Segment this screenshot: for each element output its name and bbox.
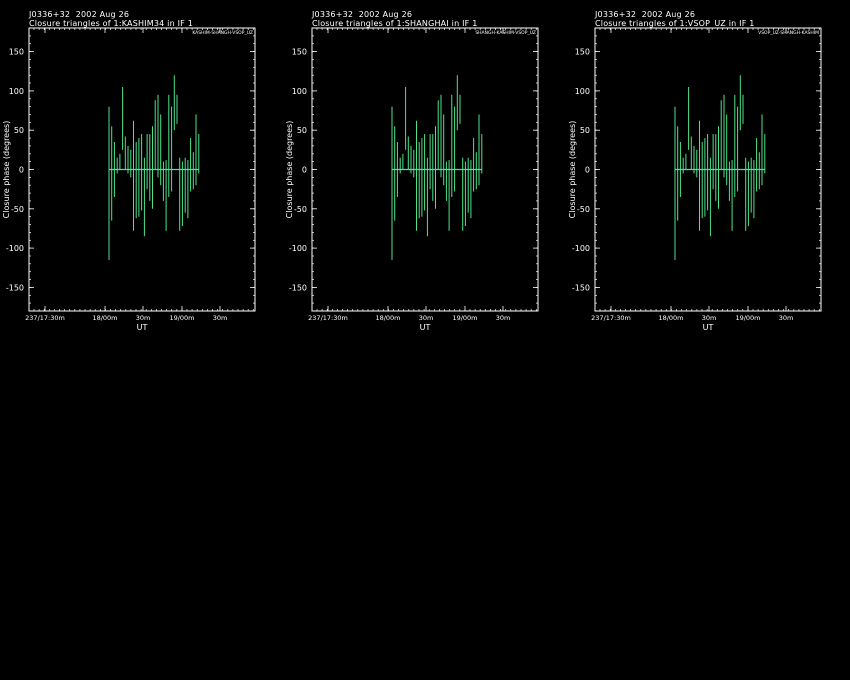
x-tick-label: 30m — [419, 314, 434, 322]
y-tick-label: 50 — [580, 126, 590, 135]
y-tick-label: -150 — [6, 283, 24, 292]
y-axis-label: Closure phase (degrees) — [568, 121, 577, 219]
triangle-label: KASHIM-SHANGH-VSOP_UZ — [192, 30, 253, 36]
y-tick-label: -100 — [572, 244, 590, 253]
x-axis-label: UT — [420, 323, 431, 332]
y-tick-label: -50 — [577, 205, 590, 214]
x-axis-label: UT — [137, 323, 148, 332]
y-tick-label: 150 — [9, 48, 24, 57]
y-tick-label: 50 — [297, 126, 307, 135]
x-tick-label: 30m — [136, 314, 151, 322]
y-tick-label: 0 — [302, 166, 307, 175]
y-tick-label: 100 — [9, 87, 24, 96]
y-tick-label: 150 — [575, 48, 590, 57]
triangle-label: VSOP_UZ-SHANGH-KASHIM — [758, 30, 819, 36]
y-axis-label: Closure phase (degrees) — [2, 121, 11, 219]
y-tick-label: 100 — [575, 87, 590, 96]
closure-panel-shanghai: J0336+32 2002 Aug 26 Closure triangles o… — [283, 0, 566, 340]
y-tick-label: 0 — [19, 166, 24, 175]
x-axis-label: UT — [703, 323, 714, 332]
closure-phase-plot: -150 -100 -50 0 50 100 150 237/17:30m 18/00m 30m 1… — [285, 27, 539, 332]
y-tick-label: -50 — [294, 205, 307, 214]
x-tick-label: 237/17:30m — [591, 314, 631, 322]
y-tick-label: 0 — [585, 166, 590, 175]
closure-panel-kashim: J0336+32 2002 Aug 26 Closure triangles o… — [0, 0, 283, 340]
y-tick-label: 150 — [292, 48, 307, 57]
x-tick-label: 19/00m — [452, 314, 477, 322]
x-tick-label: 237/17:30m — [25, 314, 65, 322]
y-tick-label: 50 — [14, 126, 24, 135]
x-tick-label: 30m — [702, 314, 717, 322]
y-tick-label: -50 — [11, 205, 24, 214]
x-tick-label: 19/00m — [169, 314, 194, 322]
y-tick-label: -150 — [289, 283, 307, 292]
y-axis-label: Closure phase (degrees) — [285, 121, 294, 219]
x-tick-label: 30m — [779, 314, 794, 322]
closure-panel-vsop: J0336+32 2002 Aug 26 Closure triangles o… — [566, 0, 849, 340]
x-tick-label: 18/00m — [92, 314, 117, 322]
x-tick-label: 237/17:30m — [308, 314, 348, 322]
closure-phase-plot: -150 -100 -50 0 50 100 150 237/17:30m 18/00m 30m 1… — [2, 27, 256, 332]
x-tick-label: 18/00m — [658, 314, 683, 322]
x-tick-label: 30m — [213, 314, 228, 322]
closure-phase-plot: -150 -100 -50 0 50 100 150 237/17:30m 18/00m 30m 1… — [568, 27, 822, 332]
x-tick-label: 30m — [496, 314, 511, 322]
y-tick-label: 100 — [292, 87, 307, 96]
y-tick-label: -100 — [289, 244, 307, 253]
y-tick-label: -150 — [572, 283, 590, 292]
triangle-label: SHANGH-KASHIM-VSOP_UZ — [475, 30, 536, 36]
x-tick-label: 19/00m — [735, 314, 760, 322]
y-tick-label: -100 — [6, 244, 24, 253]
x-tick-label: 18/00m — [375, 314, 400, 322]
